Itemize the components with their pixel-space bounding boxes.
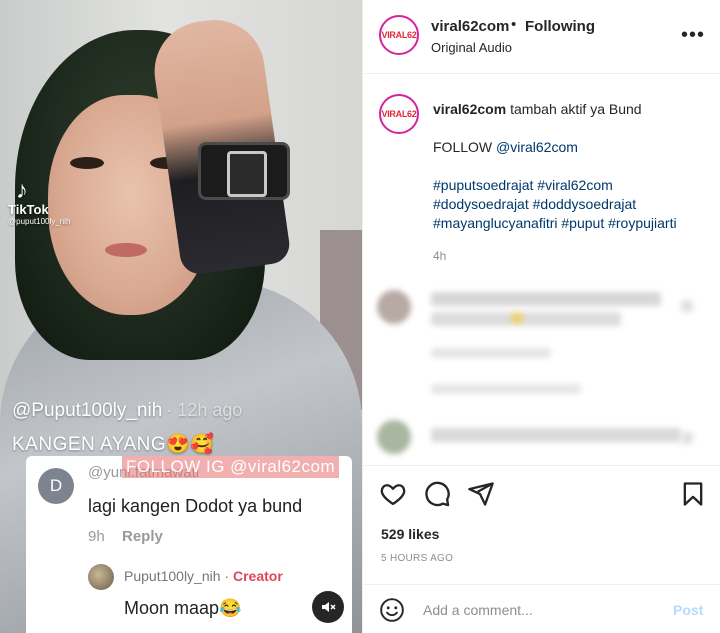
tiktok-logo-icon: ♪ [16, 177, 28, 204]
creator-avatar [88, 564, 114, 590]
share-icon[interactable] [467, 480, 495, 508]
mute-button[interactable] [312, 591, 344, 623]
post-timestamp[interactable]: 5 HOURS AGO [381, 553, 453, 564]
person-lips [105, 243, 147, 257]
video-overlay-user: @Puput100ly_nih · 12h ago [12, 400, 242, 422]
comment-icon[interactable] [423, 480, 451, 508]
caption-hashtags-3[interactable]: #mayanglucyanafitri #puput #roypujiarti [433, 214, 713, 233]
audio-link[interactable]: Original Audio [431, 40, 512, 55]
caption-username[interactable]: viral62com [433, 101, 506, 117]
caption-body: tambah aktif ya Bund [510, 101, 642, 117]
post-media[interactable]: ♪ TikTok @puput100ly_nih @Puput100ly_nih… [0, 0, 362, 633]
caption-mention[interactable]: @viral62com [496, 139, 578, 155]
video-overlay-ago: · 12h ago [166, 400, 243, 420]
heart-icon[interactable] [379, 480, 407, 508]
creator-badge: Creator [232, 568, 283, 584]
commenter-avatar: D [38, 468, 74, 504]
speaker-muted-icon [322, 602, 336, 612]
creator-reply-text: Moon maap😂 [124, 598, 242, 618]
creator-reply-header: Puput100ly_nih · Creator [124, 568, 283, 584]
post-sidebar: VIRAL62 viral62com • Following Original … [362, 0, 720, 633]
tiktok-watermark: ♪ TikTok @puput100ly_nih [8, 177, 71, 227]
bookmark-icon[interactable] [679, 480, 707, 508]
post-actions: 529 likes 5 HOURS AGO [363, 465, 720, 577]
caption-text: viral62com tambah aktif ya Bund FOLLOW @… [433, 100, 713, 266]
tiktok-comment-card: D @yuni.fatmawati FOLLOW IG @viral62com … [26, 456, 352, 633]
caption-time: 4h [433, 249, 447, 263]
header-separator: • [511, 16, 517, 33]
smiley-icon[interactable] [379, 597, 405, 623]
comment-text: lagi kangen Dodot ya bund [88, 496, 303, 516]
caption-hashtags-2[interactable]: #dodysoedrajat #doddysoedrajat [433, 195, 713, 214]
post-header: VIRAL62 viral62com • Following Original … [363, 0, 720, 74]
comment-time: 9h [88, 528, 105, 545]
follow-watermark: FOLLOW IG @viral62com [122, 456, 340, 478]
following-button[interactable]: Following [525, 18, 595, 35]
add-comment-input[interactable]: Add a comment... [423, 602, 533, 618]
comment-reply-label: Reply [122, 528, 163, 545]
caption-follow-prefix: FOLLOW [433, 139, 497, 155]
video-overlay-username: @Puput100ly_nih [12, 400, 163, 421]
more-options-icon[interactable]: ••• [681, 25, 705, 45]
tiktok-name: TikTok [8, 202, 49, 217]
add-comment-bar: Add a comment... Post [363, 584, 720, 633]
wrist-watch [198, 142, 290, 200]
author-avatar[interactable]: VIRAL62 [379, 15, 419, 55]
creator-name: Puput100ly_nih [124, 568, 221, 584]
caption-hashtags-1[interactable]: #puputsoedrajat #viral62com [433, 176, 713, 195]
creator-separator: · [220, 568, 233, 584]
author-username[interactable]: viral62com [431, 18, 509, 35]
post-comment-button[interactable]: Post [673, 602, 703, 618]
caption-follow-line: FOLLOW @viral62com [433, 138, 713, 157]
person-eye-left [70, 157, 104, 169]
likes-count[interactable]: 529 likes [381, 526, 439, 542]
tiktok-user: @puput100ly_nih [8, 217, 71, 226]
video-overlay-caption: KANGEN AYANG😍🥰 [12, 434, 215, 455]
caption-avatar[interactable]: VIRAL62 [379, 94, 419, 134]
